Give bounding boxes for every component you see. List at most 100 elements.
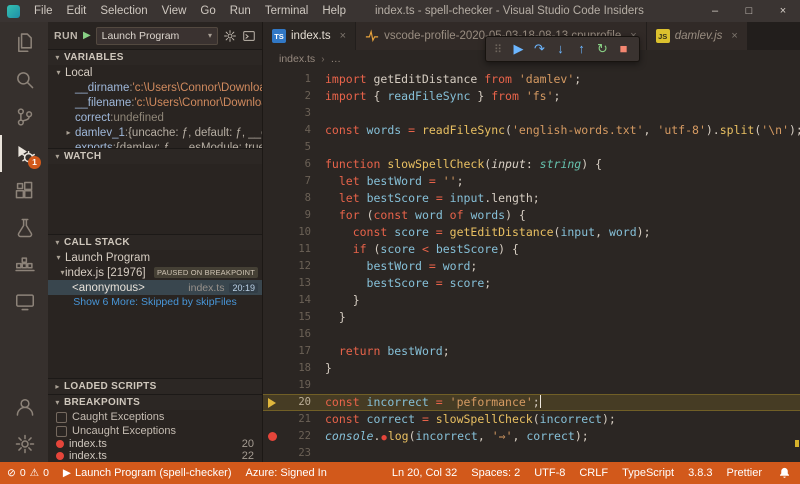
line-number[interactable]: 21 xyxy=(281,411,311,428)
scope-row-local[interactable]: ▾ Local xyxy=(48,65,262,80)
launch-config-dropdown[interactable]: Launch Program ▾ xyxy=(96,27,218,45)
breakpoint-gutter[interactable] xyxy=(263,292,281,309)
code-editor[interactable]: 1import getEditDistance from 'damlev';2i… xyxy=(263,68,800,462)
overview-ruler[interactable] xyxy=(795,68,799,462)
breakpoint-gutter[interactable] xyxy=(263,258,281,275)
status-eol[interactable]: CRLF xyxy=(572,462,615,484)
explorer-icon[interactable] xyxy=(0,24,48,61)
code-line[interactable]: 11 if (score < bestScore) { xyxy=(263,241,800,258)
call-stack-thread-row[interactable]: ▾ index.js [21976] PAUSED ON BREAKPOINT xyxy=(48,265,262,280)
breakpoint-gutter[interactable] xyxy=(263,445,281,462)
status-language[interactable]: TypeScript xyxy=(615,462,681,484)
code-line[interactable]: 3 xyxy=(263,105,800,122)
breakpoint-gutter[interactable] xyxy=(263,360,281,377)
breakpoint-gutter[interactable] xyxy=(263,173,281,190)
breakpoint-gutter[interactable] xyxy=(263,275,281,292)
maximize-button[interactable]: □ xyxy=(732,0,766,22)
code-line[interactable]: 9 for (const word of words) { xyxy=(263,207,800,224)
breakpoint-gutter[interactable] xyxy=(263,139,281,156)
breakpoint-gutter[interactable] xyxy=(263,241,281,258)
breakpoint-gutter[interactable] xyxy=(263,377,281,394)
close-icon[interactable]: × xyxy=(731,30,737,42)
breadcrumb-segment[interactable]: index.ts xyxy=(279,53,315,65)
variables-section-header[interactable]: ▾ VARIABLES xyxy=(48,49,262,65)
menu-help[interactable]: Help xyxy=(315,0,353,22)
breakpoint-gutter[interactable] xyxy=(263,105,281,122)
menu-view[interactable]: View xyxy=(155,0,194,22)
breakpoint-gutter[interactable] xyxy=(263,309,281,326)
minimize-button[interactable]: – xyxy=(698,0,732,22)
menu-selection[interactable]: Selection xyxy=(93,0,154,22)
run-debug-icon[interactable]: 1 xyxy=(0,135,48,172)
line-number[interactable]: 1 xyxy=(281,71,311,88)
line-number[interactable]: 6 xyxy=(281,156,311,173)
line-number[interactable]: 23 xyxy=(281,445,311,462)
code-line[interactable]: 17 return bestWord; xyxy=(263,343,800,360)
status-indentation[interactable]: Spaces: 2 xyxy=(464,462,527,484)
code-line[interactable]: 8 let bestScore = input.length; xyxy=(263,190,800,207)
line-number[interactable]: 18 xyxy=(281,360,311,377)
breakpoint-option[interactable]: Uncaught Exceptions xyxy=(48,424,262,438)
call-stack-session-row[interactable]: ▾ Launch Program xyxy=(48,250,262,265)
breakpoint-gutter[interactable] xyxy=(263,411,281,428)
code-line[interactable]: 7 let bestWord = ''; xyxy=(263,173,800,190)
watch-section-header[interactable]: ▾ WATCH xyxy=(48,148,262,164)
call-stack-frame-row[interactable]: <anonymous> index.ts 20:19 xyxy=(48,280,262,295)
breakpoint-gutter[interactable] xyxy=(263,428,281,445)
status-cursor-position[interactable]: Ln 20, Col 32 xyxy=(385,462,464,484)
status-azure[interactable]: Azure: Signed In xyxy=(239,462,334,484)
drag-handle[interactable]: ⠿ xyxy=(491,43,505,56)
code-line[interactable]: 20const incorrect = 'peformance'; xyxy=(263,394,800,411)
code-line[interactable]: 6function slowSpellCheck(input: string) … xyxy=(263,156,800,173)
line-number[interactable]: 11 xyxy=(281,241,311,258)
close-icon[interactable]: × xyxy=(340,30,346,42)
variable-row[interactable]: __dirname: 'c:\Users\Connor\Downloads\sp… xyxy=(48,80,262,95)
breakpoint-gutter[interactable] xyxy=(263,326,281,343)
line-number[interactable]: 15 xyxy=(281,309,311,326)
breakpoint-gutter[interactable] xyxy=(263,190,281,207)
settings-icon[interactable] xyxy=(0,425,48,462)
continue-button[interactable]: ▶ xyxy=(508,37,529,61)
step-into-button[interactable]: ↓ xyxy=(550,37,571,61)
extensions-icon[interactable] xyxy=(0,172,48,209)
status-problems[interactable]: ⊘0⚠0 xyxy=(0,462,56,484)
variable-row[interactable]: ▸damlev_1: {uncache: ƒ, default: ƒ, __es… xyxy=(48,125,262,140)
current-line-pointer[interactable] xyxy=(263,394,281,411)
code-line[interactable]: 19 xyxy=(263,377,800,394)
status-formatter[interactable]: Prettier xyxy=(720,462,769,484)
code-line[interactable]: 10 const score = getEditDistance(input, … xyxy=(263,224,800,241)
step-out-button[interactable]: ↑ xyxy=(571,37,592,61)
gear-icon[interactable] xyxy=(223,29,237,43)
code-line[interactable]: 1import getEditDistance from 'damlev'; xyxy=(263,71,800,88)
breakpoint-gutter[interactable] xyxy=(263,122,281,139)
code-line[interactable]: 14 } xyxy=(263,292,800,309)
code-line[interactable]: 18} xyxy=(263,360,800,377)
menu-run[interactable]: Run xyxy=(223,0,258,22)
line-number[interactable]: 8 xyxy=(281,190,311,207)
line-number[interactable]: 17 xyxy=(281,343,311,360)
loaded-scripts-section-header[interactable]: ▸ LOADED SCRIPTS xyxy=(48,378,262,394)
breakpoint-gutter[interactable] xyxy=(263,207,281,224)
line-number[interactable]: 12 xyxy=(281,258,311,275)
breakpoint-option[interactable]: Caught Exceptions xyxy=(48,410,262,424)
call-stack-section-header[interactable]: ▾ CALL STACK xyxy=(48,234,262,250)
remote-icon[interactable] xyxy=(0,283,48,320)
close-button[interactable]: × xyxy=(766,0,800,22)
checkbox-icon[interactable] xyxy=(56,412,67,423)
test-icon[interactable] xyxy=(0,209,48,246)
account-icon[interactable] xyxy=(0,388,48,425)
tab-index.ts[interactable]: TSindex.ts× xyxy=(263,22,356,50)
menu-edit[interactable]: Edit xyxy=(60,0,94,22)
variable-row[interactable]: exports: {damlev: ƒ, __esModule: true} xyxy=(48,140,262,148)
source-control-icon[interactable] xyxy=(0,98,48,135)
search-icon[interactable] xyxy=(0,61,48,98)
code-line[interactable]: 5 xyxy=(263,139,800,156)
step-over-button[interactable]: ↷ xyxy=(529,37,550,61)
variable-row[interactable]: __filename: 'c:\Users\Connor\Downloads\s… xyxy=(48,95,262,110)
checkbox-icon[interactable] xyxy=(56,426,67,437)
line-number[interactable]: 16 xyxy=(281,326,311,343)
line-number[interactable]: 20 xyxy=(281,394,311,411)
line-number[interactable]: 4 xyxy=(281,122,311,139)
code-line[interactable]: 21const correct = slowSpellCheck(incorre… xyxy=(263,411,800,428)
breakpoints-section-header[interactable]: ▾ BREAKPOINTS xyxy=(48,394,262,410)
